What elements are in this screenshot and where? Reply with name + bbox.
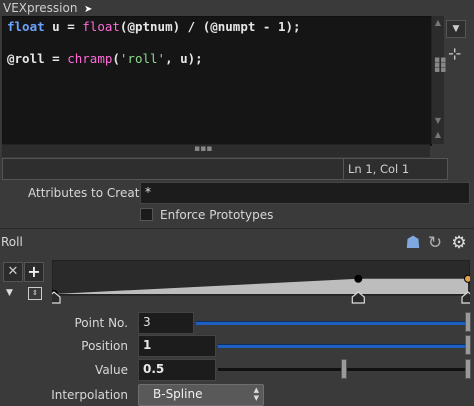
scroll-up-icon[interactable]: ▲ <box>432 18 444 27</box>
roll-label: Roll <box>1 235 23 249</box>
status-divider <box>343 159 344 179</box>
ramp-point[interactable] <box>354 274 363 283</box>
select-arrows-icon: ▲ ▼ <box>253 386 259 402</box>
ramp-toolbar: ☗ ↻ ⚙ <box>402 232 472 256</box>
code-editor[interactable]: float u = float(@ptnum) / (@numpt - 1); … <box>2 16 432 146</box>
position-slider-handle[interactable] <box>465 335 471 355</box>
gear-icon[interactable]: ⚙ <box>448 232 470 254</box>
enforce-prototypes-checkbox[interactable] <box>140 208 153 221</box>
cursor-position: Ln 1, Col 1 <box>348 162 410 176</box>
value-label: Value <box>95 363 128 377</box>
status-bar: Ln 1, Col 1 <box>2 158 448 180</box>
interpolation-select[interactable]: B-Spline ▲ ▼ <box>138 384 264 406</box>
add-point-button[interactable]: + <box>24 262 44 282</box>
scroll-grip-icon[interactable]: ▪▪ ▪▪ ▪▪ <box>434 56 446 75</box>
point-no-slider-handle[interactable] <box>465 312 471 332</box>
ramp-editor[interactable] <box>52 260 470 304</box>
mouse-cursor-icon: ➤ <box>84 4 93 15</box>
value-input[interactable]: 0.5 <box>138 359 216 381</box>
code-line-1: float u = float(@ptnum) / (@numpt - 1); <box>7 19 301 34</box>
attributes-input[interactable]: * <box>140 182 470 204</box>
divider <box>0 228 474 229</box>
value-slider-end[interactable] <box>465 359 471 379</box>
point-no-label: Point No. <box>74 316 128 330</box>
ramp-point[interactable] <box>464 274 471 283</box>
snippet-icon[interactable]: ⊹ <box>448 44 461 63</box>
interpolation-label: Interpolation <box>51 388 128 402</box>
enforce-prototypes-label: Enforce Prototypes <box>160 208 274 222</box>
horizontal-scrollbar[interactable]: ▪▪▪ <box>2 144 430 157</box>
expand-icon[interactable]: ⇕ <box>28 287 42 300</box>
position-input[interactable]: 1 <box>138 335 216 357</box>
vertical-scrollbar[interactable]: ▲ ▪▪ ▪▪ ▪▪ ▼ ▲ <box>431 16 446 144</box>
vexpression-label: VEXpression <box>3 1 78 15</box>
scroll-end-icon[interactable]: ▲ <box>432 130 444 139</box>
preset-icon[interactable]: ☗ <box>402 232 424 254</box>
collapse-icon[interactable]: ▼ <box>6 288 13 298</box>
value-slider-handle[interactable] <box>341 359 347 379</box>
attributes-label: Attributes to Create <box>28 186 147 200</box>
hscroll-grip-icon[interactable]: ▪▪▪ <box>194 145 212 154</box>
position-label: Position <box>81 339 128 353</box>
delete-point-button[interactable]: ✕ <box>3 262 23 282</box>
dropdown-arrow-icon[interactable]: ▼ <box>446 20 466 38</box>
point-no-input[interactable]: 3 <box>138 312 194 334</box>
point-no-slider[interactable] <box>196 321 466 325</box>
code-line-2: @roll = chramp('roll', u); <box>7 51 203 66</box>
position-slider[interactable] <box>218 344 466 348</box>
reset-icon[interactable]: ↻ <box>424 232 446 254</box>
scroll-down-icon[interactable]: ▼ <box>432 116 444 125</box>
